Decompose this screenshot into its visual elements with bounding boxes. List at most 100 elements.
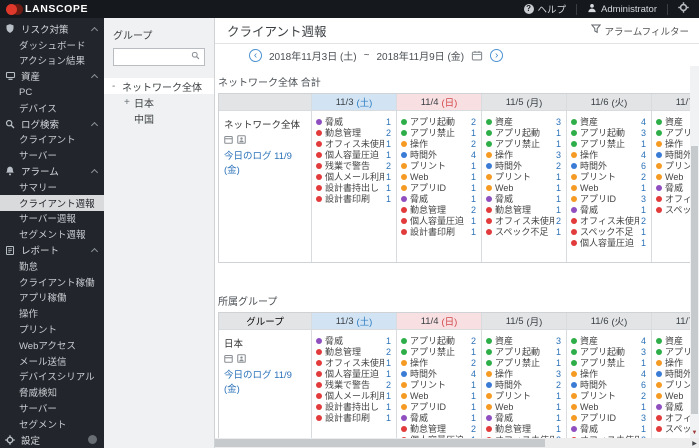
alarm-count-link[interactable]: 1 [641,402,646,412]
sidebar-item-16[interactable]: クライアント稼働 [0,274,104,290]
mini-user-icon[interactable] [237,135,246,144]
table-header-cell[interactable]: 11/6(火) [566,313,651,329]
alarm-count-link[interactable]: 3 [641,128,646,138]
table-header-cell[interactable]: 11/7(水) [651,94,690,110]
alarm-count-link[interactable]: 1 [386,117,391,127]
alarm-count-link[interactable]: 1 [386,183,391,193]
collapse-icon[interactable]: - [112,81,122,92]
help-button[interactable]: ? ヘルプ [514,0,577,18]
alarm-count-link[interactable]: 1 [641,139,646,149]
table-header-cell[interactable]: 11/3(土) [311,313,396,329]
sidebar-item-9[interactable]: アラーム [0,163,104,179]
today-log-link[interactable]: 今日のログ 11/9 (金) [224,367,307,395]
sidebar-item-1[interactable]: ダッシュボード [0,37,104,53]
horizontal-scrollbar[interactable] [215,438,690,448]
alarm-count-link[interactable]: 3 [641,413,646,423]
alarm-count-link[interactable]: 1 [471,128,476,138]
sidebar-item-19[interactable]: プリント [0,321,104,337]
alarm-count-link[interactable]: 3 [556,336,561,346]
mini-user-icon[interactable] [237,354,246,363]
table-header-cell[interactable]: 11/6(火) [566,94,651,110]
alarm-count-link[interactable]: 1 [641,183,646,193]
alarm-count-link[interactable]: 2 [471,424,476,434]
user-menu-button[interactable]: Administrator [577,0,667,18]
vertical-scrollbar-thumb[interactable] [691,146,698,414]
vertical-scrollbar[interactable]: ▼ [690,66,699,438]
table-header-cell[interactable]: 11/5(月) [481,313,566,329]
alarm-count-link[interactable]: 1 [556,413,561,423]
table-header-cell[interactable]: 11/4(日) [396,313,481,329]
alarm-count-link[interactable]: 1 [471,161,476,171]
alarm-count-link[interactable]: 2 [471,205,476,215]
sidebar-item-0[interactable]: リスク対策 [0,21,104,37]
alarm-count-link[interactable]: 6 [641,380,646,390]
prev-week-button[interactable]: ‹ [249,49,262,62]
alarm-count-link[interactable]: 1 [471,413,476,423]
alarm-count-link[interactable]: 1 [556,183,561,193]
sidebar-item-22[interactable]: デバイスシリアル [0,369,104,385]
alarm-count-link[interactable]: 3 [641,347,646,357]
alarm-count-link[interactable]: 3 [556,117,561,127]
sidebar-item-17[interactable]: アプリ稼働 [0,290,104,306]
sidebar-item-12[interactable]: サーバー週報 [0,211,104,227]
alarm-count-link[interactable]: 1 [471,391,476,401]
alarm-count-link[interactable]: 1 [556,227,561,237]
alarm-count-link[interactable]: 1 [471,216,476,226]
alarm-count-link[interactable]: 1 [471,194,476,204]
sidebar-item-21[interactable]: メール送信 [0,353,104,369]
alarm-count-link[interactable]: 3 [641,194,646,204]
alarm-count-link[interactable]: 2 [386,380,391,390]
table-header-cell[interactable]: 11/7(水) [651,313,690,329]
alarm-count-link[interactable]: 1 [556,391,561,401]
alarm-count-link[interactable]: 1 [386,413,391,423]
mini-calendar-icon[interactable] [224,135,233,144]
alarm-count-link[interactable]: 1 [641,424,646,434]
sidebar-item-18[interactable]: 操作 [0,305,104,321]
alarm-count-link[interactable]: 1 [386,358,391,368]
alarm-count-link[interactable]: 2 [471,336,476,346]
alarm-count-link[interactable]: 1 [641,227,646,237]
alarm-count-link[interactable]: 2 [471,358,476,368]
alarm-count-link[interactable]: 1 [386,391,391,401]
calendar-icon[interactable] [471,50,483,61]
sidebar-item-2[interactable]: アクション結果 [0,53,104,69]
sidebar-item-20[interactable]: Webアクセス [0,337,104,353]
alarm-count-link[interactable]: 4 [641,150,646,160]
today-log-link[interactable]: 今日のログ 11/9 (金) [224,148,307,176]
alarm-count-link[interactable]: 1 [641,358,646,368]
sidebar-item-8[interactable]: サーバー [0,147,104,163]
sidebar-item-23[interactable]: 脅威検知 [0,384,104,400]
alarm-count-link[interactable]: 1 [471,380,476,390]
scroll-right-arrow-icon[interactable]: ▶ [690,438,699,448]
alarm-count-link[interactable]: 6 [641,161,646,171]
sidebar-item-3[interactable]: 資産 [0,68,104,84]
alarm-count-link[interactable]: 2 [471,139,476,149]
alarm-count-link[interactable]: 4 [641,336,646,346]
alarm-count-link[interactable]: 1 [556,172,561,182]
alarm-count-link[interactable]: 1 [556,424,561,434]
tree-item-2[interactable]: 中国 [104,110,214,126]
alarm-filter-button[interactable]: アラームフィルター [591,24,689,38]
sidebar-item-13[interactable]: セグメント週報 [0,226,104,242]
alarm-count-link[interactable]: 4 [471,150,476,160]
next-week-button[interactable]: › [490,49,503,62]
sidebar-item-15[interactable]: 勤怠 [0,258,104,274]
scroll-down-arrow-icon[interactable]: ▼ [690,428,699,438]
alarm-count-link[interactable]: 1 [471,183,476,193]
sidebar-item-10[interactable]: サマリー [0,179,104,195]
alarm-count-link[interactable]: 4 [471,369,476,379]
alarm-count-link[interactable]: 1 [386,402,391,412]
sidebar-item-7[interactable]: クライアント [0,132,104,148]
alarm-count-link[interactable]: 1 [386,194,391,204]
magnifier-icon[interactable] [191,51,200,63]
alarm-count-link[interactable]: 1 [556,402,561,412]
alarm-count-link[interactable]: 2 [386,347,391,357]
alarm-count-link[interactable]: 2 [641,391,646,401]
table-header-cell[interactable]: 11/3(土) [311,94,396,110]
alarm-count-link[interactable]: 3 [556,369,561,379]
sidebar-item-11[interactable]: クライアント週報 [0,195,104,211]
alarm-count-link[interactable]: 2 [471,117,476,127]
alarm-count-link[interactable]: 1 [641,205,646,215]
alarm-count-link[interactable]: 2 [556,161,561,171]
alarm-count-link[interactable]: 2 [556,216,561,226]
